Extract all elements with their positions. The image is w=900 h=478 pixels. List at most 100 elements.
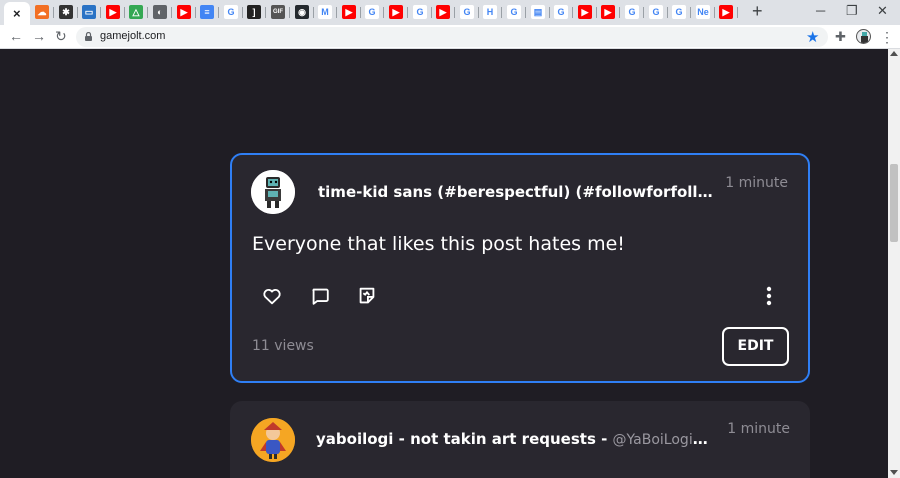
google-icon[interactable]: G: [460, 5, 474, 19]
tab-separator: [383, 7, 384, 18]
tab-separator: [53, 7, 54, 18]
post-timestamp[interactable]: 1 minute: [725, 175, 788, 191]
doc-red-icon[interactable]: ▤: [531, 5, 545, 19]
page-scrollbar[interactable]: [888, 49, 900, 478]
google-icon[interactable]: G: [672, 5, 686, 19]
post-author-name[interactable]: time-kid sans (#berespectful) (#followfo…: [318, 183, 718, 201]
google-icon[interactable]: G: [649, 5, 663, 19]
tab-separator: [289, 7, 290, 18]
tab-separator: [147, 7, 148, 18]
tab-separator: [195, 7, 196, 18]
tab-separator: [714, 7, 715, 18]
post-card[interactable]: yaboilogi - not takin art requests - @Ya…: [230, 401, 810, 478]
address-bar[interactable]: gamejolt.com ★: [76, 27, 828, 47]
forward-arrow-icon[interactable]: →: [32, 28, 46, 45]
google-drive-icon[interactable]: △: [129, 5, 143, 19]
tab-separator: [667, 7, 668, 18]
google-icon[interactable]: G: [365, 5, 379, 19]
tab-separator: [407, 7, 408, 18]
like-heart-icon[interactable]: [261, 285, 283, 307]
tab-separator: [171, 7, 172, 18]
gmail-icon[interactable]: M: [318, 5, 332, 19]
globe-icon[interactable]: ◐: [153, 5, 167, 19]
tab-separator: [77, 7, 78, 18]
google-docs-icon[interactable]: ≡: [200, 5, 214, 19]
tab-separator: [242, 7, 243, 18]
tab-separator: [619, 7, 620, 18]
post-author-handle: @YaBoiLogi_Tha_...: [612, 432, 711, 448]
tab-separator: [336, 7, 337, 18]
post-author-display-name: yaboilogi - not takin art requests -: [316, 430, 613, 448]
soundcloud-icon[interactable]: ☁: [35, 5, 49, 19]
character-avatar-image: [251, 418, 295, 462]
edit-post-button[interactable]: EDIT: [722, 327, 789, 366]
tab-separator: [124, 7, 125, 18]
google-icon[interactable]: G: [224, 5, 238, 19]
post-body-text: Everyone that likes this post hates me!: [252, 233, 625, 255]
scroll-up-arrow-icon[interactable]: [890, 51, 898, 56]
scroll-down-arrow-icon[interactable]: [890, 470, 898, 475]
minimize-icon[interactable]: ─: [816, 3, 825, 18]
tab-separator: [478, 7, 479, 18]
google-icon[interactable]: G: [554, 5, 568, 19]
tab-separator: [100, 7, 101, 18]
youtube-icon[interactable]: ▶: [177, 5, 191, 19]
youtube-icon[interactable]: ▶: [601, 5, 615, 19]
tab-separator: [737, 7, 738, 18]
scrollbar-thumb[interactable]: [890, 164, 898, 242]
restore-icon[interactable]: ❐: [846, 3, 858, 19]
tab-separator: [549, 7, 550, 18]
post-author-name[interactable]: yaboilogi - not takin art requests - @Ya…: [316, 430, 711, 448]
google-icon[interactable]: G: [413, 5, 427, 19]
tab-separator: [596, 7, 597, 18]
new-tab-label[interactable]: Ne: [696, 5, 710, 19]
url-text: gamejolt.com: [100, 30, 166, 42]
lock-icon: [85, 32, 92, 41]
dark-tab-icon[interactable]: ]: [247, 5, 261, 19]
post-view-count: 11 views: [252, 338, 314, 354]
post-timestamp[interactable]: 1 minute: [727, 421, 790, 437]
tab-close-icon[interactable]: ×: [13, 6, 21, 21]
tab-separator: [501, 7, 502, 18]
tab-separator: [572, 7, 573, 18]
extensions-puzzle-icon[interactable]: ✚: [835, 29, 846, 45]
comment-icon[interactable]: [309, 285, 331, 307]
close-window-icon[interactable]: ✕: [877, 3, 888, 19]
youtube-icon[interactable]: ▶: [719, 5, 733, 19]
blue-app-icon[interactable]: ▭: [82, 5, 96, 19]
new-tab-button[interactable]: +: [752, 1, 763, 22]
more-options-icon[interactable]: [764, 286, 774, 306]
profile-avatar[interactable]: [856, 29, 871, 44]
google-icon[interactable]: G: [507, 5, 521, 19]
h-green-icon[interactable]: H: [483, 5, 497, 19]
sticker-icon[interactable]: [356, 285, 378, 307]
robot-avatar-image: [251, 170, 295, 214]
reload-icon[interactable]: ↻: [55, 28, 67, 45]
tab-separator: [690, 7, 691, 18]
browser-menu-icon[interactable]: ⋮: [880, 29, 894, 46]
tab-separator: [454, 7, 455, 18]
gif-icon[interactable]: GIF: [271, 5, 285, 19]
tab-separator: [265, 7, 266, 18]
youtube-icon[interactable]: ▶: [342, 5, 356, 19]
youtube-icon[interactable]: ▶: [578, 5, 592, 19]
profile-avatar-image: [861, 32, 868, 43]
tab-separator: [218, 7, 219, 18]
tab-active-gamejolt[interactable]: ×: [4, 2, 30, 25]
puzzle-dark-icon[interactable]: ✱: [59, 5, 73, 19]
google-icon[interactable]: G: [625, 5, 639, 19]
youtube-icon[interactable]: ▶: [106, 5, 120, 19]
author-avatar[interactable]: [251, 170, 295, 214]
youtube-icon[interactable]: ▶: [436, 5, 450, 19]
browser-toolbar: ← → ↻ gamejolt.com ★ ✚ ⋮: [0, 25, 900, 49]
back-arrow-icon[interactable]: ←: [9, 28, 23, 45]
author-avatar[interactable]: [251, 418, 295, 462]
bookmark-star-icon[interactable]: ★: [806, 28, 819, 46]
tab-separator: [643, 7, 644, 18]
youtube-icon[interactable]: ▶: [389, 5, 403, 19]
github-icon[interactable]: ◉: [295, 5, 309, 19]
tab-separator: [360, 7, 361, 18]
page-content: time-kid sans (#berespectful) (#followfo…: [0, 49, 888, 478]
tab-strip: × ☁ ✱ ▭ ▶ △ ◐ ▶ ≡ G] GIF ◉ M ▶ G ▶ G ▶ G H G ▤ G ▶ ▶ G G G Ne ▶ + ─ …: [0, 0, 900, 25]
post-card[interactable]: time-kid sans (#berespectful) (#followfo…: [230, 153, 810, 383]
